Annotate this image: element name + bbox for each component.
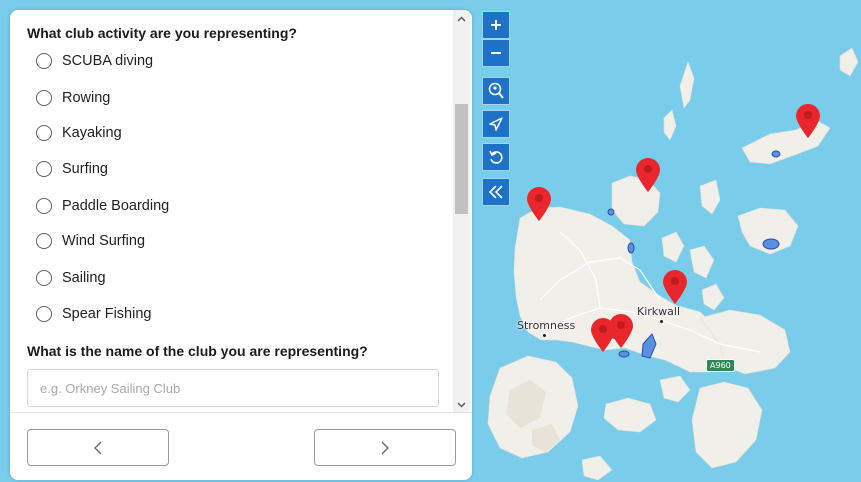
radio-option-sailing[interactable]: Sailing [36, 267, 106, 289]
radio-button[interactable] [36, 306, 52, 322]
map-marker[interactable] [635, 157, 661, 193]
search-location-icon [488, 82, 504, 99]
radio-option-surfing[interactable]: Surfing [36, 158, 108, 180]
radio-option-kayaking[interactable]: Kayaking [36, 122, 122, 144]
town-dot-kirkwall [660, 320, 663, 323]
question-club-name: What is the name of the club you are rep… [27, 343, 368, 359]
chevron-right-icon [381, 441, 389, 454]
back-button[interactable] [27, 429, 169, 466]
undo-icon [489, 150, 503, 164]
search-location-button[interactable] [482, 77, 510, 105]
radio-option-label: Sailing [62, 270, 106, 286]
scroll-up-button[interactable] [453, 12, 470, 26]
question-club-activity: What club activity are you representing? [27, 25, 297, 41]
radio-option-scuba-diving[interactable]: SCUBA diving [36, 50, 153, 72]
navigation-arrow-icon [489, 117, 503, 131]
zoom-in-button[interactable] [482, 11, 510, 39]
radio-button[interactable] [36, 270, 52, 286]
club-name-input[interactable] [27, 369, 439, 407]
double-chevron-left-icon [488, 185, 503, 199]
radio-option-label: Paddle Boarding [62, 198, 170, 214]
radio-option-paddle-boarding[interactable]: Paddle Boarding [36, 195, 169, 217]
plus-icon [491, 20, 501, 30]
radio-button[interactable] [36, 161, 52, 177]
form-panel: What club activity are you representing?… [10, 10, 472, 480]
scrollbar[interactable] [453, 10, 470, 412]
radio-option-label: Spear Fishing [62, 306, 152, 322]
radio-option-label: SCUBA diving [62, 53, 154, 69]
radio-option-wind-surfing[interactable]: Wind Surfing [36, 230, 145, 252]
map-marker[interactable] [608, 313, 634, 349]
radio-option-rowing[interactable]: Rowing [36, 87, 110, 109]
radio-option-label: Rowing [62, 90, 111, 106]
radio-option-label: Surfing [62, 161, 108, 177]
radio-option-label: Kayaking [62, 125, 122, 141]
radio-option-label: Wind Surfing [62, 233, 146, 249]
road-shield-a960: A960 [706, 359, 735, 372]
radio-button[interactable] [36, 125, 52, 141]
form-scroll-area[interactable]: What club activity are you representing?… [10, 10, 452, 412]
chevron-left-icon [94, 441, 102, 454]
next-button[interactable] [314, 429, 456, 466]
minus-icon [491, 52, 501, 54]
locate-button[interactable] [482, 110, 510, 138]
scroll-down-button[interactable] [453, 398, 470, 412]
collapse-panel-button[interactable] [482, 178, 510, 206]
map-marker[interactable] [526, 186, 552, 222]
panel-divider [10, 412, 472, 413]
radio-button[interactable] [36, 53, 52, 69]
town-dot-stromness [543, 334, 546, 337]
radio-option-spear-fishing[interactable]: Spear Fishing [36, 303, 151, 325]
radio-button[interactable] [36, 90, 52, 106]
radio-button[interactable] [36, 198, 52, 214]
place-label-kirkwall: Kirkwall [637, 305, 681, 318]
place-label-stromness: Stromness [517, 319, 576, 332]
chevron-up-icon [457, 16, 466, 22]
radio-button[interactable] [36, 233, 52, 249]
reset-button[interactable] [482, 143, 510, 171]
zoom-out-button[interactable] [482, 39, 510, 67]
map-marker[interactable] [795, 103, 821, 139]
scrollbar-thumb[interactable] [455, 104, 468, 214]
map-marker[interactable] [662, 269, 688, 305]
chevron-down-icon [457, 402, 466, 408]
